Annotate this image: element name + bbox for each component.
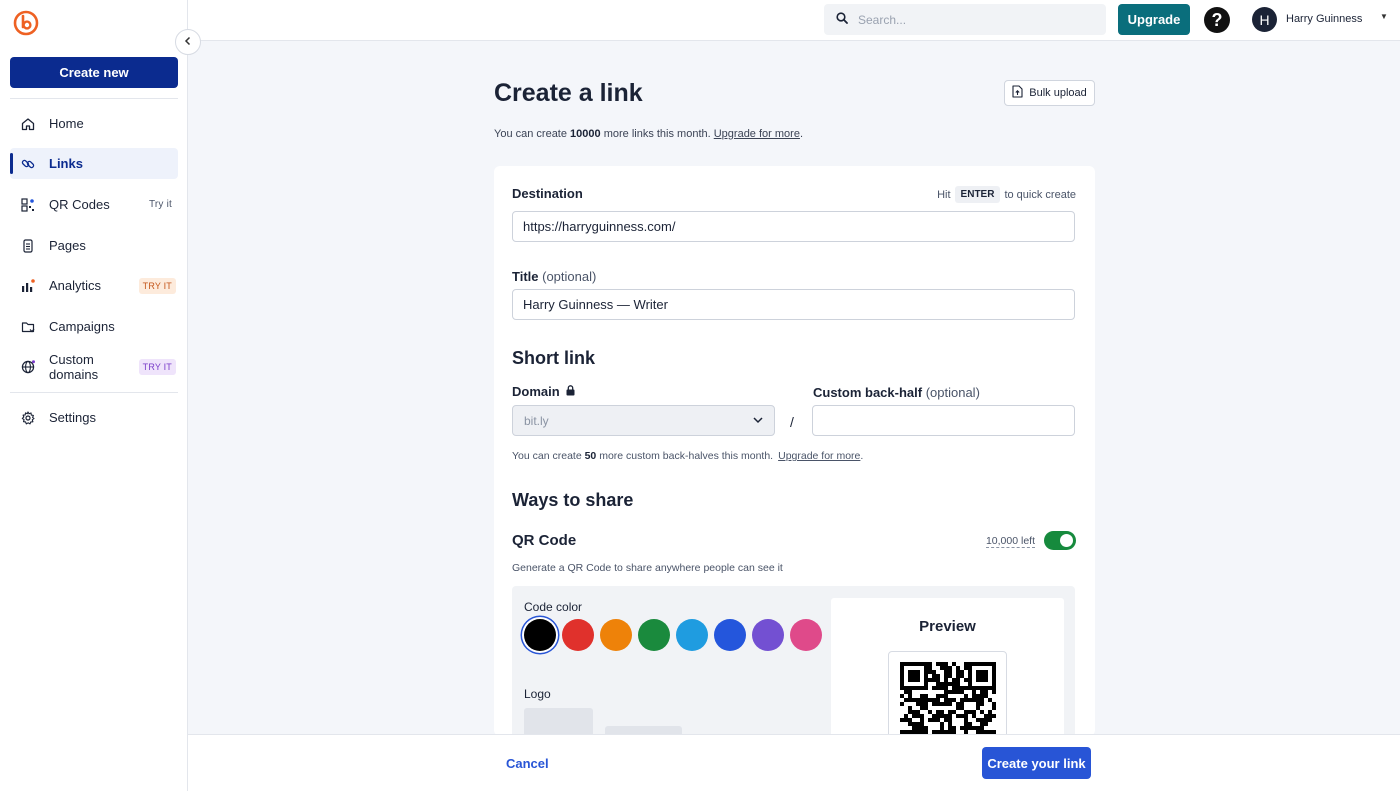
- chevron-left-icon: [184, 35, 192, 49]
- sidebar-item-label: Settings: [49, 410, 96, 425]
- sidebar-item-label: QR Codes: [49, 197, 110, 212]
- home-icon: [20, 116, 36, 132]
- sidebar-item-pages[interactable]: Pages: [10, 230, 178, 261]
- bitly-logo[interactable]: [13, 10, 39, 36]
- chart-icon: [20, 278, 36, 294]
- logo-upload-slot[interactable]: [524, 708, 593, 736]
- custom-back-half-input[interactable]: [812, 405, 1075, 436]
- ways-to-share-heading: Ways to share: [512, 490, 634, 510]
- sidebar-item-campaigns[interactable]: Campaigns: [10, 311, 178, 342]
- try-it-badge: TRY IT: [138, 277, 176, 294]
- sidebar-divider: [10, 392, 178, 393]
- qr-remaining-count[interactable]: 10,000 left: [985, 535, 1035, 548]
- qr-code-toggle[interactable]: [1044, 531, 1076, 550]
- upgrade-for-more-link[interactable]: Upgrade for more: [778, 450, 860, 462]
- domain-value: bit.ly: [524, 413, 549, 428]
- color-swatch[interactable]: [790, 619, 822, 651]
- user-name[interactable]: Harry Guinness: [1286, 13, 1362, 25]
- form-footer: Cancel Create your link: [188, 734, 1400, 791]
- globe-icon: [20, 359, 36, 375]
- quick-create-hint: Hit ENTER to quick create: [937, 186, 1076, 203]
- destination-label: Destination: [512, 186, 583, 201]
- color-swatch[interactable]: [524, 619, 556, 651]
- link-quota-text: You can create 10000 more links this mon…: [494, 128, 804, 140]
- back-half-quota-text: You can create 50 more custom back-halve…: [512, 450, 864, 462]
- try-it-badge: TRY IT: [138, 358, 176, 375]
- custom-back-half-label: Custom back-half (optional): [813, 385, 980, 400]
- color-swatch-list: [524, 619, 822, 651]
- create-your-link-button[interactable]: Create your link: [982, 747, 1091, 779]
- try-it-badge: Try it: [148, 199, 172, 210]
- qr-code-heading: QR Code: [512, 532, 577, 549]
- chevron-down-icon: [752, 413, 764, 430]
- sidebar-item-settings[interactable]: Settings: [10, 402, 178, 433]
- search-input[interactable]: [858, 12, 1078, 27]
- code-color-label: Code color: [524, 600, 583, 614]
- sidebar-item-links[interactable]: Links: [10, 148, 178, 179]
- upgrade-for-more-link[interactable]: Upgrade for more: [714, 128, 800, 140]
- top-bar: Upgrade ? H Harry Guinness ▼: [188, 0, 1400, 41]
- color-swatch[interactable]: [714, 619, 746, 651]
- domain-label: Domain: [512, 384, 575, 399]
- sidebar-item-label: Custom domains: [49, 351, 99, 382]
- link-icon: [20, 156, 36, 172]
- sidebar-item-label: Links: [49, 156, 83, 171]
- sidebar-divider: [10, 98, 178, 99]
- preview-title: Preview: [919, 618, 976, 635]
- title-label: Title (optional): [512, 269, 597, 284]
- destination-input[interactable]: https://harryguinness.com/: [512, 211, 1075, 242]
- sidebar-item-label: Home: [49, 116, 84, 131]
- bulk-upload-label: Bulk upload: [1029, 87, 1087, 99]
- short-link-heading: Short link: [512, 348, 596, 368]
- help-icon[interactable]: ?: [1204, 7, 1230, 33]
- search-box[interactable]: [824, 4, 1106, 35]
- color-swatch[interactable]: [676, 619, 708, 651]
- sidebar-item-qr-codes[interactable]: QR Codes Try it: [10, 189, 178, 220]
- enter-key-badge: ENTER: [954, 186, 1001, 203]
- campaign-icon: [20, 319, 36, 335]
- color-swatch[interactable]: [562, 619, 594, 651]
- page-icon: [20, 238, 36, 254]
- cancel-button[interactable]: Cancel: [506, 756, 549, 771]
- create-link-form: Destination Hit ENTER to quick create ht…: [494, 166, 1095, 736]
- logo-label: Logo: [524, 687, 551, 701]
- title-input[interactable]: Harry Guinness — Writer: [512, 289, 1075, 320]
- create-new-button[interactable]: Create new: [10, 57, 178, 88]
- bulk-upload-button[interactable]: Bulk upload: [1004, 80, 1095, 106]
- color-swatch[interactable]: [600, 619, 632, 651]
- sidebar-item-home[interactable]: Home: [10, 108, 178, 139]
- file-upload-icon: [1012, 85, 1023, 101]
- caret-down-icon[interactable]: ▼: [1380, 12, 1388, 21]
- qr-code-image: [888, 651, 1007, 736]
- color-swatch[interactable]: [638, 619, 670, 651]
- upgrade-button[interactable]: Upgrade: [1118, 4, 1190, 35]
- lock-icon: [566, 384, 575, 399]
- path-separator: /: [790, 414, 794, 430]
- sidebar-item-label: Pages: [49, 238, 86, 253]
- sidebar: Create new Home Links QR Codes Try it Pa…: [0, 0, 188, 791]
- search-icon: [836, 11, 848, 29]
- sidebar-item-analytics[interactable]: Analytics TRY IT: [10, 270, 178, 301]
- qr-code-description: Generate a QR Code to share anywhere peo…: [512, 562, 783, 574]
- gear-icon: [20, 410, 36, 426]
- qr-code-icon: [20, 197, 36, 213]
- qr-customization-panel: Code color Logo Preview: [512, 586, 1075, 736]
- sidebar-item-custom-domains[interactable]: Custom domains TRY IT: [10, 351, 178, 382]
- collapse-sidebar-button[interactable]: [175, 29, 201, 55]
- page-title: Create a link: [494, 79, 643, 107]
- avatar[interactable]: H: [1252, 7, 1277, 32]
- qr-preview: Preview: [831, 598, 1064, 736]
- sidebar-item-label: Campaigns: [49, 319, 115, 334]
- color-swatch[interactable]: [752, 619, 784, 651]
- sidebar-item-label: Analytics: [49, 278, 102, 293]
- domain-select[interactable]: bit.ly: [512, 405, 775, 436]
- link-quota-count: 10000: [570, 128, 601, 140]
